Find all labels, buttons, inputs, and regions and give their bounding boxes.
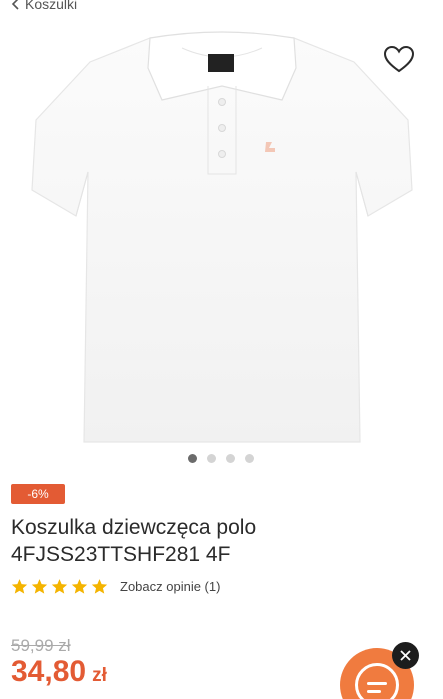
back-link[interactable]: Koszulki [11,0,77,12]
pagination-dot[interactable] [245,454,254,463]
product-title: Koszulka dziewczęca polo 4FJSS23TTSHF281… [11,516,257,566]
chevron-left-icon [11,0,19,10]
top-bar: Koszulki [0,0,443,16]
close-chat-button[interactable] [392,642,419,669]
star-icon [91,579,108,594]
pagination-dot[interactable] [188,454,197,463]
rating-stars [11,578,108,595]
heart-icon[interactable] [383,44,415,76]
product-rating: Zobacz opinie (1) [11,578,220,595]
star-icon [51,579,68,594]
price-amount: 34,80 [11,655,87,688]
gallery-pagination [0,454,443,463]
chat-bubble-icon [355,663,399,699]
current-price: 34,80 zł [11,655,107,689]
close-icon [400,650,411,661]
discount-badge: -6% [11,484,65,504]
product-image [31,31,413,443]
pagination-dot[interactable] [207,454,216,463]
star-icon [11,579,28,594]
star-icon [31,579,48,594]
price-currency: zł [92,665,107,686]
pagination-dot[interactable] [226,454,235,463]
reviews-link[interactable]: Zobacz opinie (1) [120,579,220,594]
product-gallery[interactable] [0,16,443,448]
old-price: 59,99 zł [11,636,71,655]
back-label: Koszulki [25,0,78,12]
star-icon [71,579,88,594]
